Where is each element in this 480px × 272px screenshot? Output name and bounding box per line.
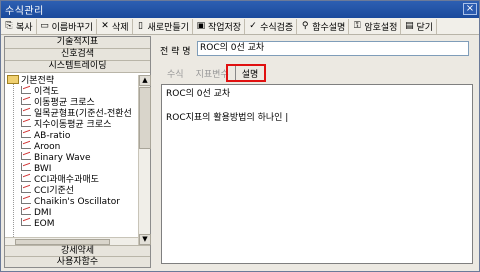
tree-item[interactable]: Aroon bbox=[5, 141, 150, 152]
toolbar-button-label: 새로만들기 bbox=[147, 22, 189, 33]
function-help-icon: ⚲ bbox=[301, 21, 309, 31]
tab-technical-indicator[interactable]: 기술적지표 bbox=[5, 37, 150, 49]
toolbar: ⎘ 복사 ▭ 이름바꾸기 ✕ 삭제 ▯ 새로만들기 ▣ 작업저장 ✓ 수식검증 ⚲ 함수설명 ⚿ 암호설정 ▤ 닫… bbox=[1, 18, 479, 35]
strategy-name-input[interactable]: ROC의 0선 교차 bbox=[197, 41, 469, 56]
toolbar-button-label: 이름바꾸기 bbox=[51, 22, 93, 33]
editor-line: ROC지표의 활용방법의 하나인 | bbox=[166, 113, 289, 123]
editor-line bbox=[166, 100, 468, 112]
tree-item[interactable]: Binary Wave bbox=[5, 152, 150, 163]
rename-icon: ▭ bbox=[40, 21, 49, 31]
delete-icon: ✕ bbox=[101, 21, 109, 31]
chart-icon bbox=[21, 97, 31, 105]
highlight-box bbox=[226, 64, 266, 82]
tree-item[interactable]: EOM bbox=[5, 218, 150, 229]
tree-item[interactable]: AB-ratio bbox=[5, 130, 150, 141]
tree-item[interactable]: Chaikin's Oscillator bbox=[5, 196, 150, 207]
chart-icon bbox=[21, 86, 31, 94]
tab-user-functions[interactable]: 사용자함수 bbox=[5, 256, 150, 267]
toolbar-button-label: 함수설명 bbox=[312, 22, 346, 33]
toolbar-button-label: 복사 bbox=[16, 22, 33, 33]
tree-item-label: 이격도 bbox=[34, 87, 59, 97]
tree-item-label: DMI bbox=[34, 208, 52, 218]
tree-item-label: 이동평균 크로스 bbox=[34, 98, 95, 108]
toolbar-button-label: 암호설정 bbox=[364, 22, 398, 33]
formula-manager-window: 수식관리 × ⎘ 복사 ▭ 이름바꾸기 ✕ 삭제 ▯ 새로만들기 ▣ 작업저장 ✓ 수식검증 ⚲ 함수설명… bbox=[0, 0, 480, 272]
window-title: 수식관리 bbox=[5, 6, 44, 17]
toolbar-button-label: 수식검증 bbox=[260, 22, 294, 33]
toolbar-button-label: 작업저장 bbox=[207, 22, 242, 33]
tree-item[interactable]: DMI bbox=[5, 207, 150, 218]
tab-formula[interactable]: 수식 bbox=[161, 66, 190, 81]
verify-icon: ✓ bbox=[249, 21, 257, 31]
tree-item-label: 일목균형표(기준선-전환선 bbox=[34, 109, 132, 119]
close-icon: ▤ bbox=[405, 21, 414, 31]
tree-item-label: AB-ratio bbox=[34, 131, 71, 141]
toolbar-button-delete[interactable]: ✕ 삭제 bbox=[97, 18, 133, 34]
tree-item-label: CCI과매수과매도 bbox=[34, 175, 99, 185]
scroll-up-arrow-icon[interactable]: ▲ bbox=[139, 75, 151, 86]
chart-icon bbox=[21, 141, 31, 149]
chart-icon bbox=[21, 108, 31, 116]
window-close-button[interactable]: × bbox=[463, 3, 477, 15]
tab-signal-search[interactable]: 신호검색 bbox=[5, 49, 150, 61]
tree-item[interactable]: BWI bbox=[5, 163, 150, 174]
scroll-thumb[interactable] bbox=[139, 87, 151, 149]
scroll-down-arrow-icon[interactable]: ▼ bbox=[139, 234, 151, 245]
tree-item[interactable]: CCI기준선 bbox=[5, 185, 150, 196]
toolbar-button-label: 삭제 bbox=[111, 22, 129, 33]
tree-item-label: BWI bbox=[34, 164, 52, 174]
tree-item-label: Aroon bbox=[34, 142, 61, 152]
tree-item[interactable]: 지수이동평균 크로스 bbox=[5, 119, 150, 130]
tree-root-label: 기본전략 bbox=[21, 76, 55, 86]
chart-icon bbox=[21, 163, 31, 171]
toolbar-button-function-help[interactable]: ⚲ 함수설명 bbox=[297, 18, 350, 34]
formula-editor-panel: 전 략 명 ROC의 0선 교차 수식 지표변수 설명 ROC의 0선 교차 RO… bbox=[153, 36, 477, 268]
tree-root-basic-strategy[interactable]: 기본전략 bbox=[5, 75, 150, 86]
tree-item-label: CCI기준선 bbox=[34, 186, 75, 196]
chart-icon bbox=[21, 218, 31, 226]
toolbar-button-copy[interactable]: ⎘ 복사 bbox=[1, 18, 37, 34]
chart-icon bbox=[21, 130, 31, 138]
chart-icon bbox=[21, 185, 31, 193]
tab-bull-bear[interactable]: 강세약세 bbox=[5, 245, 150, 256]
strategy-name-label: 전 략 명 bbox=[160, 47, 191, 57]
tree-item[interactable]: 이격도 bbox=[5, 86, 150, 97]
tree-item[interactable]: 이동평균 크로스 bbox=[5, 97, 150, 108]
chart-icon bbox=[21, 207, 31, 215]
toolbar-button-save[interactable]: ▣ 작업저장 bbox=[193, 18, 246, 34]
editor-line: ROC의 0선 교차 bbox=[166, 89, 231, 99]
tree-vertical-scrollbar[interactable]: ▲ ▼ bbox=[138, 75, 151, 245]
chart-icon bbox=[21, 196, 31, 204]
tree-horizontal-scrollbar[interactable] bbox=[5, 237, 138, 245]
chart-icon bbox=[21, 174, 31, 182]
toolbar-button-verify[interactable]: ✓ 수식검증 bbox=[245, 18, 298, 34]
title-bar: 수식관리 × bbox=[1, 1, 479, 18]
copy-icon: ⎘ bbox=[5, 21, 13, 31]
toolbar-button-key[interactable]: ⚿ 암호설정 bbox=[349, 18, 402, 34]
tab-system-trading[interactable]: 시스템트레이딩 bbox=[5, 61, 150, 73]
chart-icon bbox=[21, 152, 31, 160]
toolbar-button-close[interactable]: ▤ 닫기 bbox=[401, 18, 437, 34]
strategy-panel: 기술적지표 신호검색 시스템트레이딩 기본전략 이격도 이동평균 크로스 일목균형표(… bbox=[4, 36, 151, 268]
tree-item-label: 지수이동평균 크로스 bbox=[34, 120, 112, 130]
tree-item-label: Chaikin's Oscillator bbox=[34, 197, 120, 207]
key-icon: ⚿ bbox=[353, 21, 361, 31]
save-icon: ▣ bbox=[196, 21, 206, 31]
tree-item-label: Binary Wave bbox=[34, 153, 91, 163]
toolbar-button-label: 닫기 bbox=[416, 22, 433, 33]
tree-item[interactable]: CCI과매수과매도 bbox=[5, 174, 150, 185]
toolbar-button-rename[interactable]: ▭ 이름바꾸기 bbox=[37, 18, 97, 34]
chart-icon bbox=[21, 119, 31, 127]
new-icon: ▯ bbox=[138, 21, 143, 31]
tree-item[interactable]: 일목균형표(기준선-전환선 bbox=[5, 108, 150, 119]
tree-item-label: EOM bbox=[34, 219, 55, 229]
strategy-tree: 기본전략 이격도 이동평균 크로스 일목균형표(기준선-전환선 지수이동평균 크로스 AB… bbox=[5, 75, 150, 245]
folder-open-icon bbox=[7, 75, 19, 84]
description-editor[interactable]: ROC의 0선 교차 ROC지표의 활용방법의 하나인 | bbox=[161, 84, 473, 264]
toolbar-button-new[interactable]: ▯ 새로만들기 bbox=[133, 18, 193, 34]
